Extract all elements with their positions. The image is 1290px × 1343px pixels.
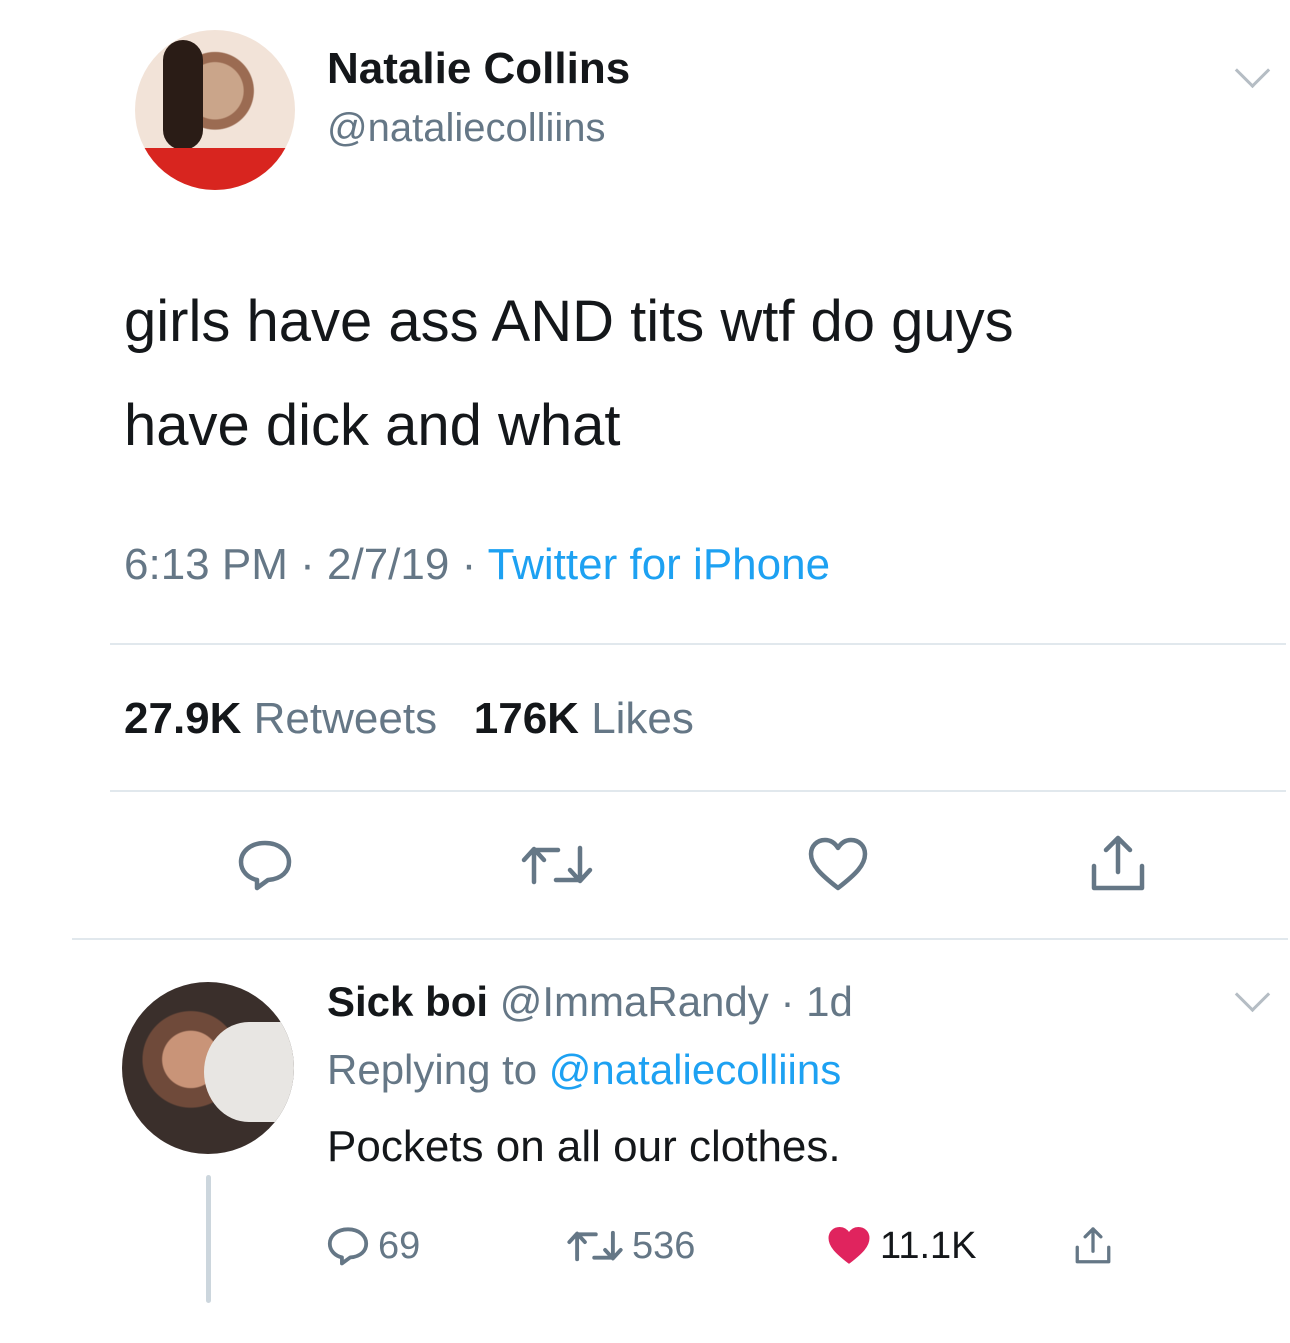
reply-text: Pockets on all our clothes.: [327, 1122, 841, 1171]
replying-to-mention[interactable]: @nataliecolliins: [549, 1046, 841, 1093]
retweet-icon: [567, 1230, 623, 1262]
reply-retweets-count: 536: [632, 1224, 696, 1267]
share-icon: [1075, 1227, 1111, 1264]
tweet-text-line: girls have ass AND tits wtf do guys: [124, 289, 1014, 354]
tweet-stats: 27.9K Retweets 176K Likes: [124, 694, 694, 744]
reply-share-button[interactable]: [1072, 1222, 1122, 1270]
reply-author-name[interactable]: Sick boi: [327, 978, 488, 1025]
reply-reply-button[interactable]: 69: [326, 1222, 420, 1270]
thread-line: [206, 1175, 211, 1303]
reply-icon: [327, 1227, 369, 1266]
chevron-down-icon[interactable]: [1234, 52, 1271, 89]
reply-author-avatar[interactable]: [122, 982, 294, 1154]
tweet-date: 2/7/19: [327, 540, 450, 589]
tweet-meta: 6:13 PM · 2/7/19 · Twitter for iPhone: [124, 540, 830, 590]
share-icon[interactable]: [1086, 832, 1150, 896]
retweets-count: 27.9K: [124, 694, 242, 743]
replying-to: Replying to @nataliecolliins: [327, 1046, 841, 1094]
chevron-down-icon[interactable]: [1234, 976, 1271, 1013]
tweet-source-link[interactable]: Twitter for iPhone: [488, 540, 830, 589]
author-handle[interactable]: @nataliecolliins: [327, 106, 606, 151]
divider: [72, 938, 1288, 940]
tweet-text: girls have ass AND tits wtf do guys have…: [124, 270, 1224, 478]
retweets-stat[interactable]: 27.9K Retweets: [124, 694, 437, 743]
reply-age: 1d: [806, 978, 853, 1025]
divider: [110, 643, 1286, 645]
reply-author-handle[interactable]: @ImmaRandy: [500, 978, 769, 1025]
retweet-icon[interactable]: [520, 838, 594, 892]
reply-header: Sick boi @ImmaRandy · 1d: [327, 978, 853, 1026]
meta-separator: ·: [300, 540, 327, 589]
likes-label: Likes: [591, 694, 694, 743]
divider: [110, 790, 1286, 792]
heart-icon[interactable]: [806, 836, 870, 894]
reply-replies-count: 69: [378, 1224, 421, 1267]
reply-icon[interactable]: [236, 838, 294, 892]
reply-retweet-button[interactable]: 536: [566, 1222, 695, 1270]
reply-likes-count: 11.1K: [880, 1224, 977, 1267]
meta-separator: ·: [780, 978, 795, 1025]
likes-stat[interactable]: 176K Likes: [474, 694, 694, 743]
author-avatar[interactable]: [135, 30, 295, 190]
reply-like-button[interactable]: 11.1K: [826, 1222, 976, 1270]
retweets-label: Retweets: [253, 694, 438, 743]
likes-count: 176K: [473, 694, 579, 743]
meta-separator: ·: [461, 540, 488, 589]
tweet-time: 6:13 PM: [124, 540, 288, 589]
author-name[interactable]: Natalie Collins: [327, 44, 630, 94]
heart-filled-icon: [828, 1226, 870, 1264]
replying-prefix: Replying to: [327, 1046, 538, 1093]
tweet-text-line: have dick and what: [124, 393, 621, 458]
